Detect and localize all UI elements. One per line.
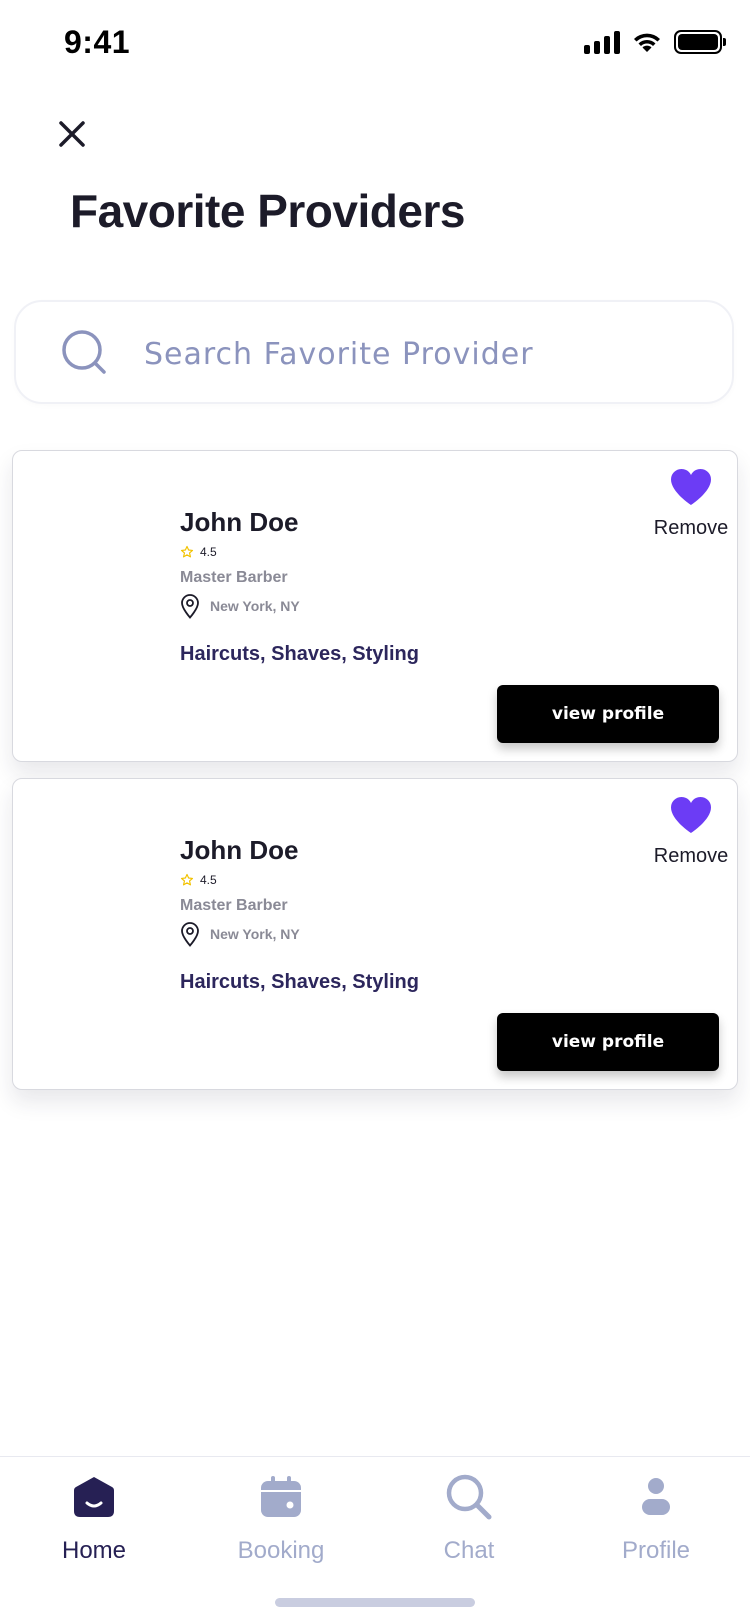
wifi-icon: [634, 33, 660, 52]
search-icon: [446, 1474, 492, 1520]
close-icon: [59, 121, 85, 147]
profile-icon: [642, 1478, 670, 1515]
search-icon: [62, 330, 106, 374]
location-pin-icon: [181, 594, 199, 619]
provider-services: Haircuts, Shaves, Styling: [180, 643, 419, 665]
view-profile-button[interactable]: view profile: [497, 1013, 719, 1071]
nav-item-chat[interactable]: Chat: [389, 1473, 549, 1565]
provider-card: John Doe 4.5 Master Barber New York, NY …: [12, 778, 738, 1090]
provider-location: New York, NY: [180, 593, 300, 619]
nav-label-chat: Chat: [443, 1537, 495, 1564]
rating-value: 4.5: [200, 545, 217, 559]
status-time: 9:41: [64, 24, 131, 60]
nav-item-home[interactable]: Home: [14, 1473, 174, 1565]
star-icon: [180, 873, 194, 886]
nav-label-booking: Booking: [237, 1537, 325, 1564]
location-pin-icon: [181, 922, 199, 947]
location-text: New York, NY: [210, 598, 300, 614]
search-bar[interactable]: [14, 300, 734, 404]
provider-role: Master Barber: [180, 569, 288, 586]
remove-favorite-button[interactable]: Remove: [651, 795, 731, 868]
provider-role: Master Barber: [180, 897, 288, 914]
page-title: Favorite Providers: [70, 185, 465, 237]
nav-item-profile[interactable]: Profile: [576, 1473, 736, 1565]
provider-card: John Doe 4.5 Master Barber New York, NY …: [12, 450, 738, 762]
view-profile-button[interactable]: view profile: [497, 685, 719, 743]
status-icons: [584, 30, 726, 54]
nav-item-booking[interactable]: Booking: [201, 1473, 361, 1565]
rating-value: 4.5: [200, 873, 217, 887]
nav-label-home: Home: [61, 1537, 127, 1564]
home-icon: [74, 1477, 114, 1517]
star-icon: [180, 545, 194, 558]
remove-label: Remove: [653, 517, 729, 539]
cellular-signal-icon: [584, 30, 620, 54]
remove-favorite-button[interactable]: Remove: [651, 467, 731, 540]
provider-services: Haircuts, Shaves, Styling: [180, 971, 419, 993]
provider-location: New York, NY: [180, 921, 300, 947]
location-text: New York, NY: [210, 926, 300, 942]
heart-icon: [670, 468, 712, 505]
provider-name: John Doe: [180, 835, 299, 865]
remove-label: Remove: [653, 845, 729, 867]
provider-name: John Doe: [180, 507, 299, 537]
close-button[interactable]: [54, 116, 90, 152]
calendar-icon: [261, 1476, 301, 1517]
home-indicator: [275, 1598, 475, 1607]
provider-rating: 4.5: [180, 545, 217, 559]
nav-label-profile: Profile: [621, 1537, 691, 1564]
search-input[interactable]: [144, 326, 704, 382]
provider-rating: 4.5: [180, 873, 217, 887]
battery-icon: [674, 30, 726, 54]
heart-icon: [670, 796, 712, 833]
